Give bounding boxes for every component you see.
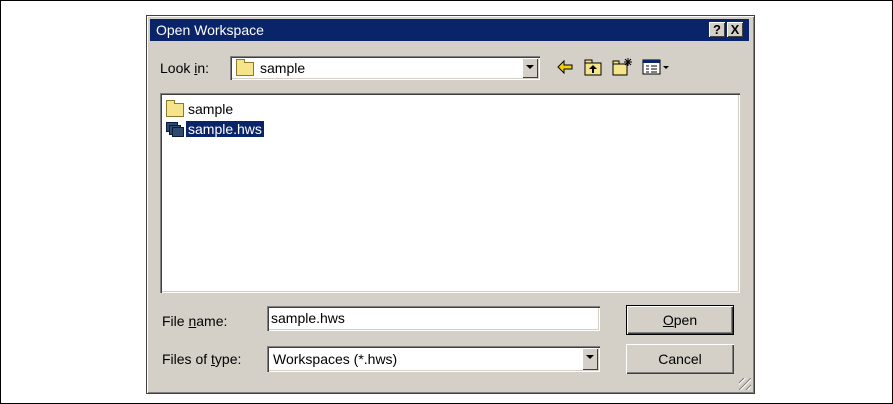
look-in-label: Look in: bbox=[160, 60, 210, 76]
files-of-type-combo[interactable]: Workspaces (*.hws) bbox=[267, 346, 600, 372]
chevron-down-icon bbox=[526, 65, 534, 69]
file-name-value: sample.hws bbox=[271, 310, 345, 326]
file-name-label: File name: bbox=[162, 313, 228, 329]
back-arrow-icon[interactable] bbox=[555, 57, 575, 77]
file-name-input[interactable]: sample.hws bbox=[267, 306, 600, 331]
dialog-title: Open Workspace bbox=[156, 22, 264, 38]
close-button[interactable]: X bbox=[727, 22, 743, 37]
folder-icon bbox=[166, 100, 184, 117]
files-of-type-dropdown-button[interactable] bbox=[582, 348, 598, 370]
open-workspace-dialog: Open Workspace ? X Look in: sample sampl… bbox=[146, 15, 755, 394]
list-item-name: sample.hws bbox=[185, 120, 265, 138]
resize-grip-icon[interactable] bbox=[739, 378, 751, 390]
look-in-dropdown-button[interactable] bbox=[522, 58, 538, 78]
file-list[interactable]: sample sample.hws bbox=[160, 93, 740, 293]
files-of-type-value: Workspaces (*.hws) bbox=[273, 351, 398, 367]
open-button[interactable]: Open bbox=[626, 305, 734, 335]
up-one-level-icon[interactable] bbox=[583, 57, 603, 77]
title-bar[interactable]: Open Workspace ? X bbox=[150, 19, 749, 41]
view-menu-icon[interactable] bbox=[641, 57, 671, 77]
files-of-type-label: Files of type: bbox=[162, 351, 242, 367]
look-in-combo[interactable]: sample bbox=[230, 56, 540, 80]
help-button[interactable]: ? bbox=[709, 22, 725, 37]
new-folder-icon[interactable] bbox=[611, 57, 633, 77]
look-in-value: sample bbox=[260, 60, 306, 76]
chevron-down-icon bbox=[586, 355, 594, 359]
workspace-file-icon bbox=[166, 122, 184, 137]
folder-icon bbox=[236, 59, 254, 76]
list-item-name: sample bbox=[188, 101, 234, 117]
cancel-button[interactable]: Cancel bbox=[626, 344, 734, 374]
